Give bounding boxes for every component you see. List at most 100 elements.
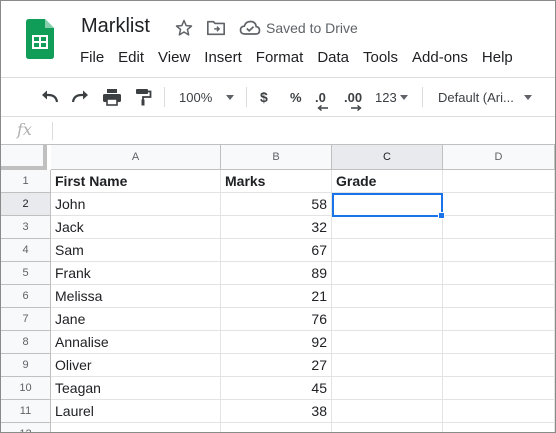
cell-b9[interactable]: 27 <box>221 354 332 377</box>
cell-a4[interactable]: Sam <box>51 239 221 262</box>
row-header[interactable]: 11 <box>1 400 51 423</box>
undo-icon <box>42 90 59 103</box>
cell-b4[interactable]: 67 <box>221 239 332 262</box>
cell-b2[interactable]: 58 <box>221 193 332 216</box>
toolbar-divider <box>246 87 247 107</box>
currency-format-button[interactable]: $ <box>260 78 268 116</box>
cell-a11[interactable]: Laurel <box>51 400 221 423</box>
cell-b5[interactable]: 89 <box>221 262 332 285</box>
fill-handle[interactable] <box>438 212 445 219</box>
row-header[interactable]: 5 <box>1 262 51 285</box>
row-header[interactable]: 6 <box>1 285 51 308</box>
more-formats-button[interactable]: 123 <box>375 78 408 116</box>
active-cell-selection[interactable] <box>332 193 443 217</box>
cell-c6[interactable] <box>332 285 443 308</box>
cell-d7[interactable] <box>443 308 555 331</box>
row-header[interactable]: 8 <box>1 331 51 354</box>
cell-c7[interactable] <box>332 308 443 331</box>
cell-c11[interactable] <box>332 400 443 423</box>
cell-a12[interactable] <box>51 423 221 432</box>
increase-decimals-button[interactable]: .00 <box>344 78 362 116</box>
document-title[interactable]: Marklist <box>81 15 150 38</box>
column-header-d[interactable]: D <box>443 145 555 170</box>
cell-b1[interactable]: Marks <box>221 170 332 193</box>
cell-d10[interactable] <box>443 377 555 400</box>
cell-c4[interactable] <box>332 239 443 262</box>
menu-view[interactable]: View <box>151 48 197 70</box>
toolbar-divider <box>422 87 423 107</box>
cell-a8[interactable]: Annalise <box>51 331 221 354</box>
menu-tools[interactable]: Tools <box>356 48 405 70</box>
menu-help[interactable]: Help <box>475 48 520 70</box>
cell-d6[interactable] <box>443 285 555 308</box>
cloud-done-icon[interactable] <box>239 19 261 37</box>
cell-d1[interactable] <box>443 170 555 193</box>
cell-c3[interactable] <box>332 216 443 239</box>
zoom-select[interactable]: 100% <box>179 78 235 116</box>
cell-c10[interactable] <box>332 377 443 400</box>
move-folder-icon[interactable] <box>206 19 226 37</box>
cell-b11[interactable]: 38 <box>221 400 332 423</box>
formula-bar-divider <box>52 122 53 140</box>
menu-format[interactable]: Format <box>249 48 311 70</box>
cell-c5[interactable] <box>332 262 443 285</box>
percent-format-button[interactable]: % <box>290 78 302 116</box>
sheets-logo-icon[interactable] <box>26 19 54 59</box>
font-family-select[interactable]: Default (Ari... <box>438 78 532 116</box>
fx-icon: fx <box>17 120 32 139</box>
column-header-b[interactable]: B <box>221 145 332 170</box>
chevron-down-icon <box>226 94 235 100</box>
paint-format-button[interactable] <box>133 78 153 116</box>
row-header[interactable]: 7 <box>1 308 51 331</box>
decrease-decimals-button[interactable]: .0 <box>315 78 328 116</box>
menu-data[interactable]: Data <box>310 48 356 70</box>
cell-b6[interactable]: 21 <box>221 285 332 308</box>
row-header[interactable]: 3 <box>1 216 51 239</box>
cell-b12[interactable] <box>221 423 332 432</box>
cell-a5[interactable]: Frank <box>51 262 221 285</box>
cell-d4[interactable] <box>443 239 555 262</box>
cell-c8[interactable] <box>332 331 443 354</box>
menu-edit[interactable]: Edit <box>111 48 151 70</box>
cell-c12[interactable] <box>332 423 443 432</box>
cell-a9[interactable]: Oliver <box>51 354 221 377</box>
row-header[interactable]: 10 <box>1 377 51 400</box>
row-header[interactable]: 4 <box>1 239 51 262</box>
cell-d8[interactable] <box>443 331 555 354</box>
cell-b8[interactable]: 92 <box>221 331 332 354</box>
cell-a7[interactable]: Jane <box>51 308 221 331</box>
redo-button[interactable] <box>69 78 91 116</box>
row-header[interactable]: 9 <box>1 354 51 377</box>
cell-c9[interactable] <box>332 354 443 377</box>
star-icon[interactable] <box>174 18 194 38</box>
row-header[interactable]: 2 <box>1 193 51 216</box>
cell-a1[interactable]: First Name <box>51 170 221 193</box>
menu-bar: File Edit View Insert Format Data Tools … <box>73 48 520 70</box>
cell-a2[interactable]: John <box>51 193 221 216</box>
spreadsheet-window: Marklist Saved to Drive File Edit View I… <box>0 0 556 433</box>
menu-addons[interactable]: Add-ons <box>405 48 475 70</box>
column-header-a[interactable]: A <box>51 145 221 170</box>
cell-d11[interactable] <box>443 400 555 423</box>
cell-c1[interactable]: Grade <box>332 170 443 193</box>
select-all-corner[interactable] <box>1 145 47 170</box>
undo-button[interactable] <box>39 78 61 116</box>
cell-d9[interactable] <box>443 354 555 377</box>
cell-b7[interactable]: 76 <box>221 308 332 331</box>
formula-input[interactable] <box>61 121 541 141</box>
cell-b10[interactable]: 45 <box>221 377 332 400</box>
cell-d3[interactable] <box>443 216 555 239</box>
column-header-c[interactable]: C <box>332 145 443 170</box>
cell-d12[interactable] <box>443 423 555 432</box>
menu-file[interactable]: File <box>73 48 111 70</box>
cell-b3[interactable]: 32 <box>221 216 332 239</box>
cell-d5[interactable] <box>443 262 555 285</box>
cell-a6[interactable]: Melissa <box>51 285 221 308</box>
cell-a3[interactable]: Jack <box>51 216 221 239</box>
cell-a10[interactable]: Teagan <box>51 377 221 400</box>
cell-d2[interactable] <box>443 193 555 216</box>
menu-insert[interactable]: Insert <box>197 48 249 70</box>
row-header[interactable]: 1 <box>1 170 51 193</box>
row-header[interactable]: 12 <box>1 423 51 432</box>
print-button[interactable] <box>101 78 123 116</box>
